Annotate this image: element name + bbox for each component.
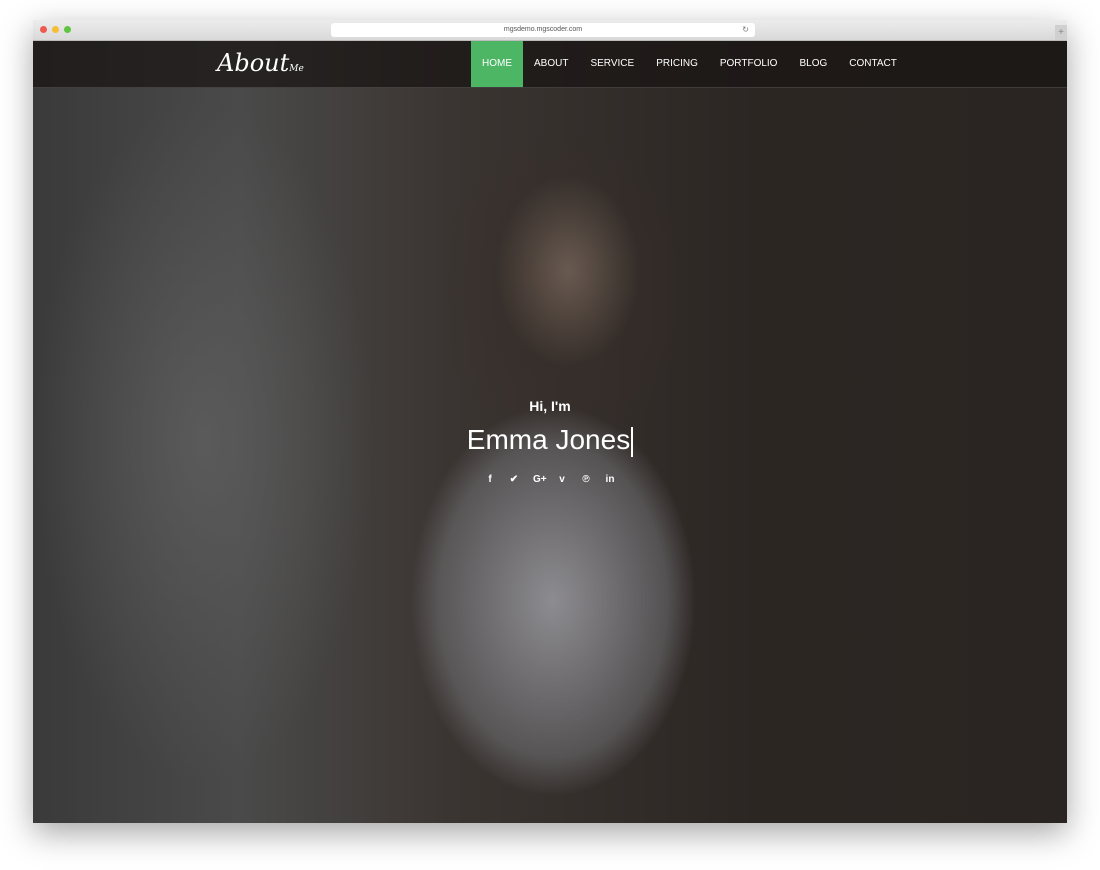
- vimeo-icon[interactable]: v: [557, 474, 567, 485]
- minimize-window-button[interactable]: [52, 26, 59, 33]
- hero-greeting: Hi, I'm: [529, 398, 571, 414]
- nav-item-contact[interactable]: CONTACT: [838, 41, 908, 87]
- address-bar[interactable]: mgsdemo.mgscoder.com ↻: [331, 23, 755, 37]
- typing-cursor: [631, 426, 634, 457]
- browser-toolbar: mgsdemo.mgscoder.com ↻ +: [33, 20, 1067, 41]
- nav-menu: HOME ABOUT SERVICE PRICING PORTFOLIO BLO…: [471, 41, 908, 87]
- nav-item-service[interactable]: SERVICE: [579, 41, 645, 87]
- reload-icon[interactable]: ↻: [742, 23, 749, 37]
- pinterest-icon[interactable]: ℗: [581, 474, 591, 485]
- new-tab-button[interactable]: +: [1055, 25, 1067, 40]
- nav-item-portfolio[interactable]: PORTFOLIO: [709, 41, 789, 87]
- logo-main-text: About: [217, 49, 290, 77]
- twitter-icon[interactable]: ✔: [509, 474, 519, 485]
- logo-sub-text: Me: [289, 64, 304, 74]
- hero-name: Emma Jones: [466, 424, 631, 455]
- nav-item-about[interactable]: ABOUT: [523, 41, 579, 87]
- social-links: f ✔ G+ v ℗ in: [33, 474, 1067, 485]
- browser-window: mgsdemo.mgscoder.com ↻ + AboutMe HOME ABO…: [33, 20, 1067, 823]
- linkedin-icon[interactable]: in: [605, 474, 615, 485]
- hero-name-wrap: Emma Jones: [33, 424, 1067, 457]
- top-navigation: AboutMe HOME ABOUT SERVICE PRICING PORTF…: [33, 41, 1067, 88]
- url-text: mgsdemo.mgscoder.com: [503, 26, 583, 33]
- site-logo[interactable]: AboutMe: [217, 49, 304, 77]
- facebook-icon[interactable]: f: [485, 474, 495, 485]
- maximize-window-button[interactable]: [64, 26, 71, 33]
- nav-item-pricing[interactable]: PRICING: [645, 41, 709, 87]
- nav-item-blog[interactable]: BLOG: [788, 41, 838, 87]
- nav-item-home[interactable]: HOME: [471, 41, 523, 87]
- google-plus-icon[interactable]: G+: [533, 474, 547, 485]
- close-window-button[interactable]: [40, 26, 47, 33]
